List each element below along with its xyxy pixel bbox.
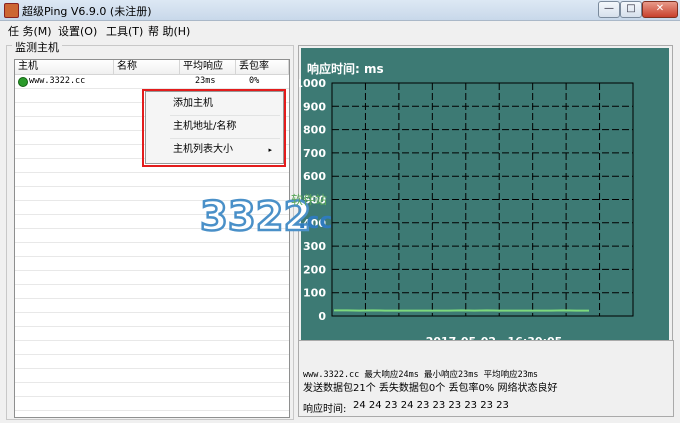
table-row[interactable]: www.3322.cc 23ms 0% <box>15 75 289 88</box>
y-tick-label: 400 <box>303 217 326 230</box>
menu-add-host[interactable]: 添加主机 <box>147 93 280 115</box>
close-button[interactable]: ✕ <box>642 1 678 18</box>
menu-settings[interactable]: 设置(O) <box>58 23 97 39</box>
maximize-button[interactable]: □ <box>620 1 642 18</box>
menu-list-size[interactable]: 主机列表大小 ▸ <box>147 139 280 161</box>
row-loss: 0% <box>249 76 260 86</box>
column-name[interactable]: 名称 <box>114 60 180 74</box>
title-bar: 超级Ping V6.9.0 (未注册) — □ ✕ <box>0 0 680 21</box>
response-chart-panel: 0 100 200 300 400 500 600 700 800 900 1000 响应时间: ms… <box>298 45 673 365</box>
column-loss[interactable]: 丢包率 <box>236 60 289 74</box>
y-tick-label: 1000 <box>299 77 326 90</box>
y-tick-label: 200 <box>303 263 326 276</box>
monitor-group-title: 监测主机 <box>12 39 62 55</box>
y-tick-label: 700 <box>303 147 326 160</box>
window-title: 超级Ping V6.9.0 (未注册) <box>22 5 152 18</box>
row-avg: 23ms <box>195 76 216 86</box>
menu-tools[interactable]: 工具(T) <box>106 23 143 39</box>
info-panel: www.3322.cc 最大响应24ms 最小响应23ms 平均响应23ms 发… <box>298 340 674 417</box>
y-tick-label: 300 <box>303 240 326 253</box>
y-tick-label: 600 <box>303 170 326 183</box>
context-menu: 添加主机 主机地址/名称 主机列表大小 ▸ <box>145 91 284 164</box>
menu-host-address[interactable]: 主机地址/名称 <box>147 116 280 138</box>
menu-bar: 任 务(M) 设置(O) 工具(T) 帮 助(H) <box>0 21 680 39</box>
menu-add-host-label: 添加主机 <box>173 98 213 109</box>
info-packets: 发送数据包21个 丢失数据包0个 丢包率0% 网络状态良好 <box>303 383 558 394</box>
info-response-label: 响应时间: <box>303 404 347 415</box>
status-ok-icon <box>18 77 28 87</box>
y-tick-label: 900 <box>303 100 326 113</box>
submenu-arrow-icon: ▸ <box>268 146 272 154</box>
column-avg[interactable]: 平均响应 <box>180 60 236 74</box>
y-tick-label: 0 <box>318 310 326 323</box>
chart-background <box>301 48 669 362</box>
info-response-values: 24 24 23 24 23 23 23 23 23 23 <box>353 400 509 411</box>
column-host[interactable]: 主机 <box>15 60 114 74</box>
menu-help[interactable]: 帮 助(H) <box>148 23 190 39</box>
chart-title: 响应时间: ms <box>307 61 384 76</box>
y-tick-label: 800 <box>303 124 326 137</box>
app-icon <box>4 3 19 18</box>
menu-host-address-label: 主机地址/名称 <box>173 121 237 132</box>
y-tick-label: 100 <box>303 287 326 300</box>
menu-task[interactable]: 任 务(M) <box>8 23 52 39</box>
response-chart: 0 100 200 300 400 500 600 700 800 900 1000响应时间: ms… <box>299 48 669 362</box>
menu-list-size-label: 主机列表大小 <box>173 144 233 155</box>
minimize-button[interactable]: — <box>598 1 620 18</box>
row-host: www.3322.cc <box>29 76 86 86</box>
y-tick-label: 500 <box>303 194 326 207</box>
list-header: 主机 名称 平均响应 丢包率 <box>15 60 289 75</box>
